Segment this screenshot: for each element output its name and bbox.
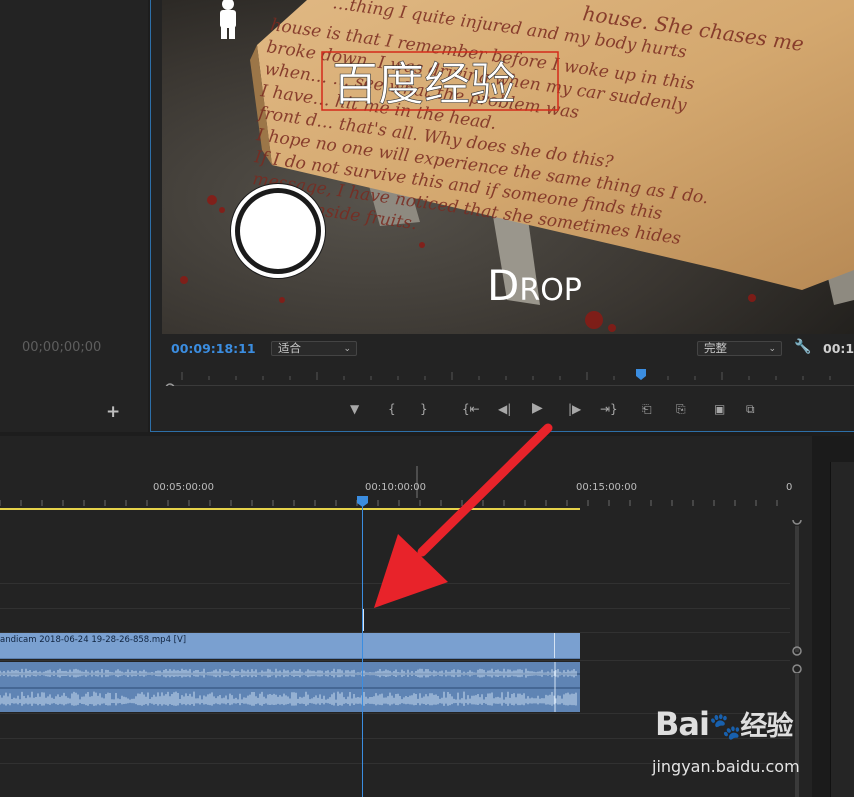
mark-in-icon[interactable]: { [388, 402, 396, 416]
action-circle-button[interactable] [230, 183, 326, 279]
playback-resolution-dropdown[interactable]: 完整 ⌄ [697, 341, 782, 356]
source-monitor-panel [0, 0, 148, 432]
transport-controls: ▼ { } {⇤ ◀| ▶ |▶ ⇥} ⎗ ⎘ ▣ ⧉ [330, 400, 790, 422]
annotation-arrow [374, 423, 553, 608]
camera-icon[interactable]: ▣ [714, 402, 725, 416]
chevron-down-icon: ⌄ [768, 344, 776, 354]
fit-zoom-dropdown[interactable]: 适合 ⌄ [271, 341, 357, 356]
chevron-down-icon: ⌄ [343, 344, 351, 354]
caption-text: 百度经验 [332, 57, 516, 111]
source-timecode[interactable]: 00;00;00;00 [22, 340, 101, 355]
compare-icon[interactable]: ⧉ [746, 402, 755, 417]
marker-icon[interactable]: ▼ [350, 402, 359, 416]
track-divider [0, 660, 790, 661]
program-duration-timecode: 00:14 [823, 341, 854, 356]
fit-zoom-value: 适合 [278, 341, 301, 355]
program-current-timecode[interactable]: 00:09:18:11 [171, 341, 256, 356]
go-to-in-icon[interactable]: {⇤ [462, 402, 480, 416]
watermark-url: jingyan.baidu.com [652, 757, 800, 776]
step-forward-icon[interactable]: |▶ [568, 402, 581, 416]
play-icon[interactable]: ▶ [532, 400, 543, 416]
playback-resolution-value: 完整 [704, 341, 727, 355]
baidu-jingyan-logo: Bai🐾经验 [655, 705, 793, 743]
timeline-vertical-scrollbar[interactable] [791, 520, 803, 797]
step-back-icon[interactable]: ◀| [498, 402, 511, 416]
go-to-out-icon[interactable]: ⇥} [600, 402, 618, 416]
add-button[interactable]: + [106, 402, 120, 422]
program-video-frame: …thing I quite injured and my body hurts… [162, 0, 854, 334]
mark-out-icon[interactable]: } [420, 402, 428, 416]
audio-waveform [0, 662, 580, 712]
mini-playhead-icon[interactable] [636, 369, 646, 380]
video-clip-label: andicam 2018-06-24 19-28-26-858.mp4 [V] [0, 635, 187, 645]
lift-icon[interactable]: ⎗ [642, 402, 652, 417]
program-mini-ruler[interactable] [162, 366, 854, 386]
ruler-label: 00:15:00:00 [576, 482, 638, 493]
ruler-label: 00:05:00:00 [153, 482, 215, 493]
ruler-label: 0 [786, 482, 793, 493]
right-panel-inner [830, 462, 854, 797]
wrench-icon[interactable]: 🔧 [794, 339, 811, 355]
game-scene: …thing I quite injured and my body hurts… [162, 0, 854, 334]
audio-clip[interactable] [0, 662, 580, 712]
extract-icon[interactable]: ⎘ [676, 402, 686, 417]
